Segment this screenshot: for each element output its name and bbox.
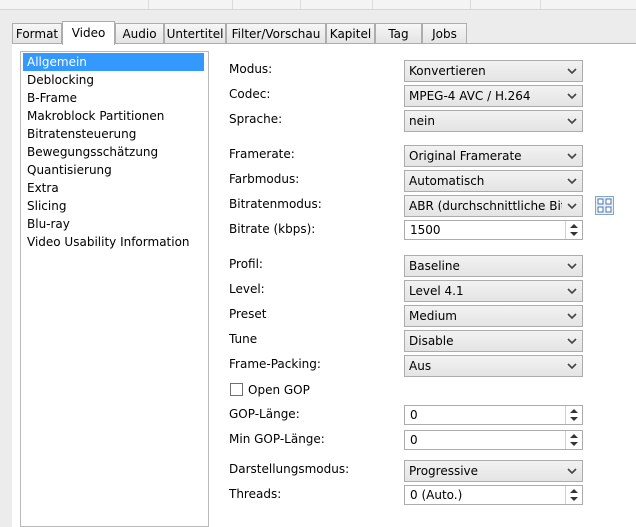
spin-up-icon[interactable]	[566, 221, 582, 230]
framerate-label: Framerate:	[229, 147, 295, 161]
farbmodus-value: Automatisch	[409, 174, 485, 188]
nav-item-blu-ray[interactable]: Blu-ray	[23, 215, 204, 233]
nav-item-bewegungsschaetzung[interactable]: Bewegungsschätzung	[23, 143, 204, 161]
gop-laenge-spinbox[interactable]: 0	[404, 405, 583, 425]
darstellungsmodus-value: Progressive	[409, 464, 479, 478]
level-value: Level 4.1	[409, 284, 464, 298]
frame-packing-value: Aus	[409, 359, 432, 373]
darstellungsmodus-label: Darstellungsmodus:	[229, 462, 350, 476]
bitratenmodus-value: ABR (durchschnittliche Bitrate)	[409, 199, 562, 213]
open-gop-label: Open GOP	[248, 383, 310, 397]
bitrate-value: 1500	[410, 223, 441, 237]
frame-packing-select[interactable]: Aus	[404, 355, 583, 377]
chevron-down-icon	[567, 203, 577, 210]
tab-audio[interactable]: Audio	[115, 23, 164, 43]
nav-item-video-usability-information[interactable]: Video Usability Information	[23, 233, 204, 251]
preset-select[interactable]: Medium	[404, 305, 583, 327]
chevron-down-icon	[567, 263, 577, 270]
tab-untertitel[interactable]: Untertitel	[164, 23, 226, 43]
tab-video[interactable]: Video	[62, 21, 115, 45]
nav-item-bitratensteuerung[interactable]: Bitratensteuerung	[23, 125, 204, 143]
framerate-value: Original Framerate	[409, 149, 522, 163]
top-toolbar-strip	[0, 0, 636, 10]
tab-kapitel[interactable]: Kapitel	[326, 23, 375, 43]
nav-item-extra[interactable]: Extra	[23, 179, 204, 197]
tune-select[interactable]: Disable	[404, 330, 583, 352]
preset-label: Preset	[229, 307, 267, 321]
settings-category-list[interactable]: Allgemein Deblocking B-Frame Makroblock …	[20, 51, 209, 527]
spin-buttons	[565, 406, 582, 424]
frame-packing-label: Frame-Packing:	[229, 357, 321, 371]
spin-buttons	[565, 486, 582, 504]
nav-item-allgemein[interactable]: Allgemein	[23, 53, 204, 71]
profil-label: Profil:	[229, 257, 263, 271]
spin-down-icon[interactable]	[566, 495, 582, 504]
sprache-select[interactable]: nein	[404, 110, 583, 132]
chevron-down-icon	[567, 288, 577, 295]
chevron-down-icon	[567, 313, 577, 320]
nav-item-slicing[interactable]: Slicing	[23, 197, 204, 215]
tune-label: Tune	[229, 332, 258, 346]
bitratenmodus-label: Bitratenmodus:	[229, 197, 322, 211]
codec-select[interactable]: MPEG-4 AVC / H.264	[404, 85, 583, 107]
modus-value: Konvertieren	[409, 64, 486, 78]
bitratenmodus-select[interactable]: ABR (durchschnittliche Bitrate)	[404, 195, 583, 217]
darstellungsmodus-select[interactable]: Progressive	[404, 460, 583, 482]
tune-value: Disable	[409, 334, 454, 348]
profil-select[interactable]: Baseline	[404, 255, 583, 277]
calculator-icon[interactable]	[595, 196, 614, 215]
farbmodus-select[interactable]: Automatisch	[404, 170, 583, 192]
tab-jobs[interactable]: Jobs	[422, 23, 467, 43]
min-gop-laenge-value: 0	[410, 433, 418, 447]
tab-tag[interactable]: Tag	[375, 23, 422, 43]
spin-up-icon[interactable]	[566, 406, 582, 415]
threads-value: 0 (Auto.)	[410, 488, 463, 502]
chevron-down-icon	[567, 338, 577, 345]
spin-buttons	[565, 221, 582, 239]
sprache-label: Sprache:	[229, 112, 283, 126]
framerate-select[interactable]: Original Framerate	[404, 145, 583, 167]
min-gop-laenge-spinbox[interactable]: 0	[404, 430, 583, 450]
open-gop-checkbox[interactable]	[230, 383, 243, 396]
farbmodus-label: Farbmodus:	[229, 172, 300, 186]
threads-spinbox[interactable]: 0 (Auto.)	[404, 485, 583, 505]
modus-select[interactable]: Konvertieren	[404, 60, 583, 82]
spin-buttons	[565, 431, 582, 449]
tab-bar: Format Video Audio Untertitel Filter/Vor…	[12, 21, 636, 45]
chevron-down-icon	[567, 363, 577, 370]
nav-item-b-frame[interactable]: B-Frame	[23, 89, 204, 107]
min-gop-laenge-label: Min GOP-Länge:	[229, 432, 325, 446]
nav-item-quantisierung[interactable]: Quantisierung	[23, 161, 204, 179]
threads-label: Threads:	[229, 487, 282, 501]
profil-value: Baseline	[409, 259, 460, 273]
chevron-down-icon	[567, 93, 577, 100]
tab-filter-vorschau[interactable]: Filter/Vorschau	[226, 23, 326, 43]
chevron-down-icon	[567, 118, 577, 125]
spin-down-icon[interactable]	[566, 230, 582, 239]
chevron-down-icon	[567, 68, 577, 75]
nav-item-makroblock-partitionen[interactable]: Makroblock Partitionen	[23, 107, 204, 125]
chevron-down-icon	[567, 468, 577, 475]
codec-value: MPEG-4 AVC / H.264	[409, 89, 531, 103]
bitrate-spinbox[interactable]: 1500	[404, 220, 583, 240]
sprache-value: nein	[409, 114, 435, 128]
nav-item-deblocking[interactable]: Deblocking	[23, 71, 204, 89]
gop-laenge-label: GOP-Länge:	[229, 407, 300, 421]
chevron-down-icon	[567, 153, 577, 160]
codec-label: Codec:	[229, 87, 271, 101]
chevron-down-icon	[567, 178, 577, 185]
level-select[interactable]: Level 4.1	[404, 280, 583, 302]
spin-up-icon[interactable]	[566, 431, 582, 440]
spin-down-icon[interactable]	[566, 440, 582, 449]
gop-laenge-value: 0	[410, 408, 418, 422]
spin-up-icon[interactable]	[566, 486, 582, 495]
spin-down-icon[interactable]	[566, 415, 582, 424]
level-label: Level:	[229, 282, 265, 296]
bitrate-label: Bitrate (kbps):	[229, 222, 316, 236]
tab-format[interactable]: Format	[12, 23, 62, 43]
preset-value: Medium	[409, 309, 457, 323]
modus-label: Modus:	[229, 62, 273, 76]
